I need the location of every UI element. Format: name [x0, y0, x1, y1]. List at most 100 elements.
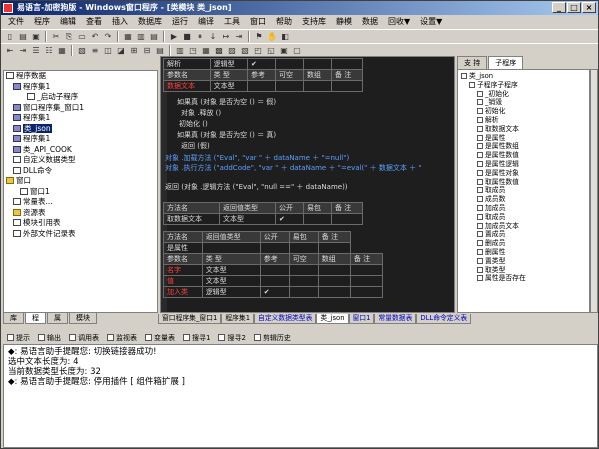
subroutine-item[interactable]: 解析 [458, 116, 589, 125]
method-table-getdata[interactable]: 方法名 返回值类型 公开 易包备 注取数据文本 文本型 ✔ [163, 202, 363, 225]
code-line[interactable]: 返回 (假) [181, 141, 210, 151]
output-tab[interactable]: 提示 [7, 332, 30, 344]
code-line[interactable]: 对象 .执行方法 ("addCode", "var " ＋ dataName ＋… [165, 163, 422, 173]
table-cell[interactable]: ✔ [275, 213, 304, 225]
table-row[interactable]: 取数据文本 文本型 ✔ [163, 213, 363, 225]
project-tree[interactable]: 程序数据 程序集1 _启动子程序 窗口程序集_窗口1 程序集1 类_json 程序集1 类_A… [3, 70, 158, 313]
table-cell[interactable] [349, 264, 384, 276]
toolbar-icon[interactable]: ▤ [154, 45, 166, 57]
table-cell[interactable]: 备 注 [349, 253, 384, 265]
table-cell[interactable] [317, 242, 351, 254]
table-cell[interactable] [330, 58, 364, 70]
method-table-parse[interactable]: 解析 逻辑型 ✔ 参数名类 型参考 可空 数组备 注数据文本 文本型 [163, 58, 364, 92]
code-editor[interactable]: 解析 逻辑型 ✔ 参数名类 型参考 可空 数组备 注数据文本 文本型 如果真 (对象 是否为… [160, 56, 455, 313]
table-cell[interactable] [302, 58, 332, 70]
subroutine-item[interactable]: 子程序子程序 [458, 81, 589, 90]
subroutine-item[interactable]: 属性是否存在 [458, 274, 589, 283]
table-cell[interactable]: 易包 [303, 202, 332, 214]
table-cell[interactable]: 参考 [259, 253, 290, 265]
tree-item[interactable]: 程序集1 [4, 134, 157, 145]
subroutine-item[interactable]: 删成员 [458, 239, 589, 248]
toolbar-icon[interactable]: ☰ [30, 45, 42, 57]
table-row[interactable]: 值文本型 [163, 275, 384, 287]
table-cell[interactable] [349, 286, 384, 298]
tree-item[interactable]: 程序数据 [4, 71, 157, 82]
subroutine-item[interactable]: 是属性 [458, 134, 589, 143]
subroutine-item[interactable]: 置类型 [458, 257, 589, 266]
tree-item[interactable]: 窗口1 [4, 187, 157, 198]
tree-item[interactable]: 模块引用表 [4, 218, 157, 229]
table-row[interactable]: 方法名 返回值类型 公开 易包备 注 [163, 202, 363, 214]
table-cell[interactable] [259, 242, 290, 254]
menu-item[interactable]: 程序 [29, 15, 55, 29]
table-cell[interactable] [288, 286, 319, 298]
toolbar-icon[interactable]: ⎘ [63, 31, 75, 43]
toolbar-icon[interactable]: ▦ [200, 45, 212, 57]
table-cell[interactable]: 参数名 [163, 253, 203, 265]
code-line[interactable]: 返回 (对象 .逻辑方法 ("Eval", "null ==" ＋ dataNa… [165, 182, 348, 192]
table-cell[interactable]: 返回值类型 [219, 202, 276, 214]
toolbar-icon[interactable]: ⚑ [253, 31, 265, 43]
document-tab[interactable]: 自定义数据类型表 [254, 314, 317, 324]
table-cell[interactable]: 名字 [163, 264, 203, 276]
table-cell[interactable] [302, 80, 332, 92]
toolbar-icon[interactable]: ▤ [17, 31, 29, 43]
toolbar-icon[interactable]: ▦ [122, 31, 134, 43]
table-cell[interactable]: 可空 [288, 253, 319, 265]
toolbar-icon[interactable]: ⊞ [128, 45, 140, 57]
table-cell[interactable]: 返回值类型 [201, 231, 261, 243]
maximize-button[interactable]: □ [567, 2, 581, 13]
tree-item[interactable]: 常量表... [4, 197, 157, 208]
subroutine-item[interactable]: _初始化 [458, 90, 589, 99]
code-line[interactable]: 初始化 () [179, 119, 208, 129]
right-tab[interactable]: 子程序 [488, 56, 524, 69]
document-tab[interactable]: DLL命令定义表 [416, 314, 472, 324]
toolbar-icon[interactable]: ↓ [207, 31, 219, 43]
toolbar-icon[interactable]: ◱ [265, 45, 277, 57]
subroutine-item[interactable]: _销毁 [458, 98, 589, 107]
output-tab[interactable]: 监视表 [107, 332, 137, 344]
document-tab[interactable]: 程序集1 [221, 314, 255, 324]
table-cell[interactable]: 备 注 [317, 231, 351, 243]
subroutine-item[interactable]: 取成员 [458, 186, 589, 195]
toolbar-icon[interactable]: ▯ [4, 31, 16, 43]
table-cell[interactable] [349, 275, 384, 287]
table-cell[interactable] [317, 275, 351, 287]
toolbar-icon[interactable]: ▥ [135, 31, 147, 43]
tree-item[interactable]: 程序集1 [4, 82, 157, 93]
right-tab[interactable]: 支 持 [457, 56, 488, 69]
toolbar-icon[interactable]: ▧ [239, 45, 251, 57]
table-cell[interactable]: 参数名 [163, 69, 211, 81]
left-tab[interactable]: 模块 [69, 313, 97, 324]
subroutine-item[interactable]: 置成员 [458, 230, 589, 239]
left-tab[interactable]: 库 [3, 313, 24, 324]
table-cell[interactable]: 备 注 [331, 202, 363, 214]
menu-item[interactable]: 窗口 [245, 15, 271, 29]
table-cell[interactable]: 文本型 [209, 80, 248, 92]
table-cell[interactable] [317, 264, 351, 276]
menu-item[interactable]: 回收▼ [383, 15, 415, 29]
menu-item[interactable]: 插入 [107, 15, 133, 29]
code-line[interactable]: 如果真 (对象 是否为空 () ＝ 真) [177, 130, 276, 140]
tree-item[interactable]: 窗口程序集_窗口1 [4, 103, 157, 114]
toolbar-icon[interactable]: ✂ [50, 31, 62, 43]
subroutine-item[interactable]: 取类型 [458, 266, 589, 275]
document-tab[interactable]: 窗口程序集_窗口1 [158, 314, 222, 324]
toolbar-icon[interactable]: ◰ [252, 45, 264, 57]
table-row[interactable]: 解析 逻辑型 ✔ [163, 58, 364, 70]
table-cell[interactable]: 数组 [317, 253, 351, 265]
toolbar-icon[interactable]: ⇤ [4, 45, 16, 57]
code-line[interactable]: 如果真 (对象 是否为空 () ＝ 假) [177, 97, 276, 107]
menu-item[interactable]: 静模 [331, 15, 357, 29]
table-row[interactable]: 名字 文本型 [163, 264, 384, 276]
menu-item[interactable]: 查看 [81, 15, 107, 29]
table-cell[interactable]: 公开 [275, 202, 304, 214]
toolbar-icon[interactable]: ▣ [278, 45, 290, 57]
code-line[interactable]: 对象 .加载方法 ("Eval", "var " ＋ dataName ＋ "=… [165, 153, 349, 163]
toolbar-icon[interactable]: ◫ [102, 45, 114, 57]
subroutine-item[interactable]: 取数据文本 [458, 125, 589, 134]
table-cell[interactable]: 数组 [302, 69, 332, 81]
tree-item[interactable]: 类_API_COOK [4, 145, 157, 156]
table-cell[interactable] [330, 80, 364, 92]
subroutine-item[interactable]: 是属性对象 [458, 169, 589, 178]
